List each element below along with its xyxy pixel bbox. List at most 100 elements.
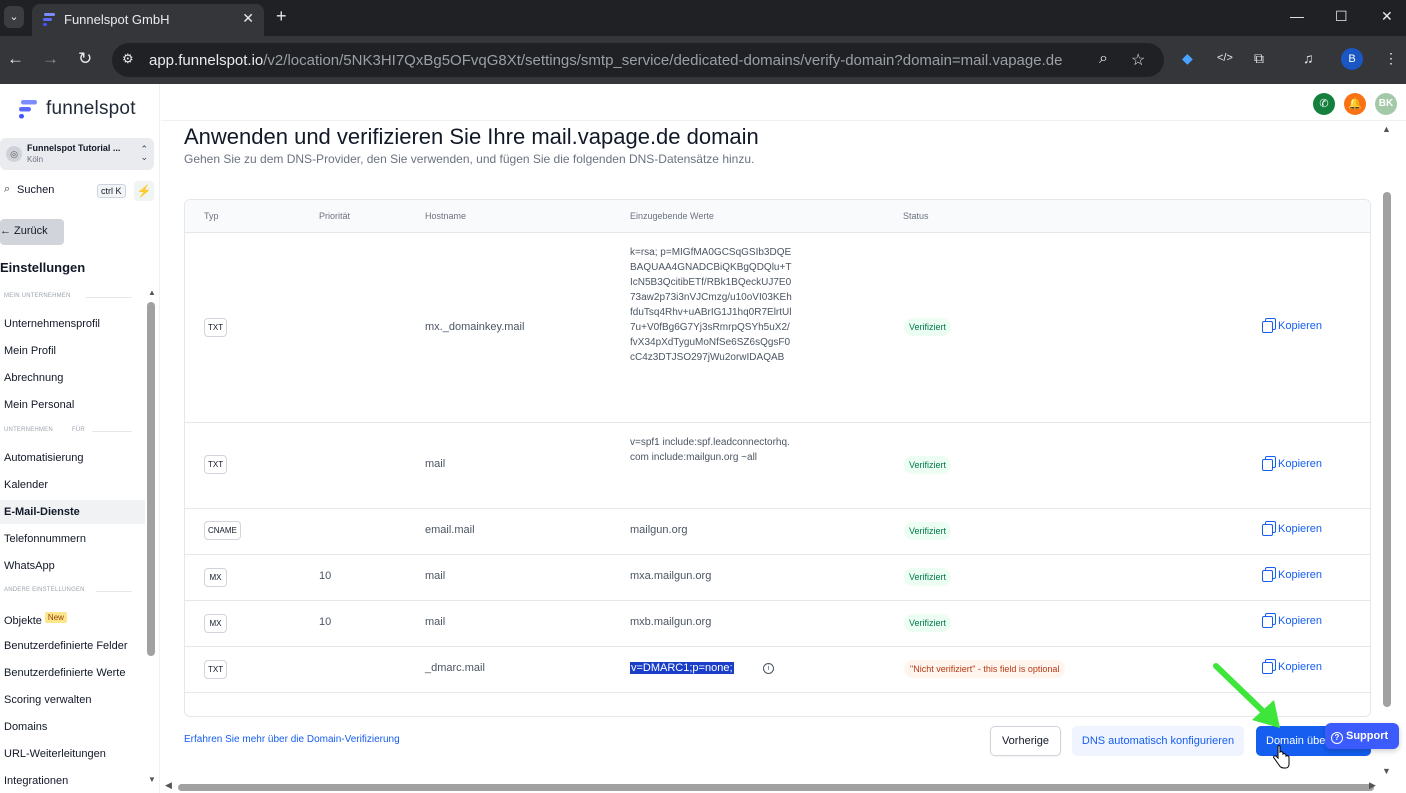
record-value[interactable]: v=DMARC1;p=none;	[630, 662, 734, 674]
user-avatar[interactable]: BK	[1375, 93, 1397, 115]
zoom-icon[interactable]: ⌕	[1099, 50, 1108, 68]
record-type-badge: MX	[204, 568, 227, 587]
sidebar-item-my-staff[interactable]: Mein Personal	[0, 393, 145, 417]
profile-avatar[interactable]: B	[1341, 48, 1363, 70]
sidebar-item-integrations[interactable]: Integrationen	[0, 769, 145, 793]
hscroll-left-icon[interactable]: ◀	[165, 780, 172, 791]
minimize-icon[interactable]: —	[1290, 8, 1304, 24]
record-value[interactable]: mxb.mailgun.org	[630, 616, 711, 628]
forward-arrow-icon[interactable]: →	[42, 49, 59, 69]
status-badge: Verifiziert	[904, 318, 952, 336]
record-hostname[interactable]: _dmarc.mail	[425, 662, 485, 674]
sidebar-item-whatsapp[interactable]: WhatsApp	[0, 554, 145, 578]
address-bar[interactable]: ⚙ app.funnelspot.io/v2/location/5NK3HI7Q…	[112, 43, 1164, 77]
page-description: Gehen Sie zu dem DNS-Provider, den Sie v…	[184, 152, 755, 166]
copy-button[interactable]: Kopieren	[1262, 567, 1322, 582]
media-control-icon[interactable]: ♫	[1303, 50, 1314, 66]
sidebar-scroll-down-icon[interactable]: ▼	[148, 775, 156, 784]
sidebar-item-phone-numbers[interactable]: Telefonnummern	[0, 527, 145, 551]
copy-button[interactable]: Kopieren	[1262, 318, 1322, 333]
logo-text: funnelspot	[46, 98, 136, 119]
location-city: Köln	[27, 155, 44, 164]
horizontal-scrollbar[interactable]	[178, 784, 1374, 791]
learn-more-link[interactable]: Erfahren Sie mehr über die Domain-Verifi…	[184, 734, 400, 745]
browser-tab-bar: ⌄ Funnelspot GmbH ✕ + — ☐ ✕	[0, 0, 1406, 36]
bookmark-star-icon[interactable]: ☆	[1131, 50, 1145, 70]
copy-icon	[1262, 456, 1276, 471]
quick-actions-bolt-icon[interactable]: ⚡	[134, 181, 154, 201]
phone-icon[interactable]: ✆	[1313, 93, 1335, 115]
record-value[interactable]: mxa.mailgun.org	[630, 570, 711, 582]
new-badge: New	[44, 612, 67, 623]
sidebar-item-billing[interactable]: Abrechnung	[0, 366, 145, 390]
extensions-puzzle-icon[interactable]: ⧉	[1254, 50, 1264, 67]
sidebar-item-my-profile[interactable]: Mein Profil	[0, 339, 145, 363]
record-hostname[interactable]: mail	[425, 570, 445, 582]
reload-icon[interactable]: ↻	[78, 49, 92, 69]
info-icon[interactable]: i	[763, 663, 774, 674]
main-scroll-down-icon[interactable]: ▼	[1382, 766, 1391, 776]
browser-toolbar: ← → ↻ ⚙ app.funnelspot.io/v2/location/5N…	[0, 36, 1406, 84]
url-text[interactable]: app.funnelspot.io/v2/location/5NK3HI7QxB…	[149, 52, 1062, 69]
sidebar-scrollbar[interactable]	[147, 302, 155, 656]
record-value[interactable]: k=rsa; p=MIGfMA0GCSqGSIb3DQEBAQUAA4GNADC…	[630, 245, 792, 365]
group-divider	[96, 591, 132, 592]
settings-sidebar: funnelspot ◎ Funnelspot Tutorial ... Köl…	[0, 84, 160, 793]
search-shortcut: ctrl K	[97, 184, 126, 198]
page-title: Anwenden und verifizieren Sie Ihre mail.…	[184, 124, 759, 149]
table-row: MX 10 mail mxa.mailgun.org Verifiziert K…	[185, 555, 1370, 601]
site-settings-icon[interactable]: ⚙	[122, 51, 134, 67]
tab-close-icon[interactable]: ✕	[242, 10, 254, 27]
sidebar-search[interactable]: ⌕ Suchen ctrl K	[0, 181, 130, 201]
sidebar-scroll-up-icon[interactable]: ▲	[148, 288, 156, 297]
main-scrollbar[interactable]	[1383, 192, 1391, 707]
browser-menu-icon[interactable]: ⋮	[1384, 50, 1398, 67]
hscroll-right-icon[interactable]: ▶	[1369, 780, 1376, 791]
copy-button[interactable]: Kopieren	[1262, 456, 1322, 471]
back-button[interactable]: ← Zurück	[0, 219, 64, 245]
table-row: TXT _dmarc.mail v=DMARC1;p=none; i "Nich…	[185, 647, 1370, 693]
record-hostname[interactable]: mail	[425, 616, 445, 628]
record-hostname[interactable]: mx._domainkey.mail	[425, 321, 524, 333]
record-hostname[interactable]: email.mail	[425, 524, 475, 536]
sidebar-item-url-redirects[interactable]: URL-Weiterleitungen	[0, 742, 145, 766]
extension-diamond-icon[interactable]: ◆	[1182, 50, 1193, 67]
extension-code-icon[interactable]: </>	[1217, 52, 1233, 64]
status-badge: "Nicht verifiziert" - this field is opti…	[904, 660, 1066, 678]
funnelspot-logo-icon	[19, 100, 37, 119]
sidebar-item-automation[interactable]: Automatisierung	[0, 446, 145, 470]
record-hostname[interactable]: mail	[425, 458, 445, 470]
status-badge: Verifiziert	[904, 456, 952, 474]
support-button[interactable]: ? Support	[1325, 723, 1399, 749]
sidebar-item-domains[interactable]: Domains	[0, 715, 145, 739]
main-scroll-up-icon[interactable]: ▲	[1382, 124, 1391, 134]
copy-button[interactable]: Kopieren	[1262, 521, 1322, 536]
sidebar-item-custom-values[interactable]: Benutzerdefinierte Werte	[0, 661, 145, 685]
location-switcher[interactable]: ◎ Funnelspot Tutorial ... Köln ⌃ ⌄	[0, 138, 154, 170]
window-close-icon[interactable]: ✕	[1381, 8, 1393, 25]
hand-cursor-icon	[1273, 745, 1290, 769]
sidebar-item-scoring[interactable]: Scoring verwalten	[0, 688, 145, 712]
maximize-icon[interactable]: ☐	[1335, 8, 1348, 25]
location-name: Funnelspot Tutorial ...	[27, 143, 121, 153]
sidebar-item-email-services[interactable]: E-Mail-Dienste	[0, 500, 145, 524]
group-label-for: FÜR	[72, 427, 85, 433]
new-tab-icon[interactable]: +	[276, 6, 287, 27]
browser-tab[interactable]: Funnelspot GmbH ✕	[32, 4, 264, 36]
tab-title: Funnelspot GmbH	[64, 12, 170, 27]
record-type-badge: TXT	[204, 318, 228, 337]
record-value[interactable]: mailgun.org	[630, 524, 687, 536]
sidebar-item-custom-fields[interactable]: Benutzerdefinierte Felder	[0, 634, 145, 658]
record-value[interactable]: v=spf1 include:spf.leadconnectorhq.com i…	[630, 435, 790, 465]
previous-button[interactable]: Vorherige	[990, 726, 1061, 756]
sidebar-item-calendar[interactable]: Kalender	[0, 473, 145, 497]
status-badge: Verifiziert	[904, 614, 952, 632]
sidebar-item-objects[interactable]: Objekte New	[0, 606, 145, 630]
record-type-badge: TXT	[204, 660, 228, 679]
back-arrow-icon[interactable]: ←	[7, 49, 24, 69]
notification-bell-icon[interactable]: 🔔	[1344, 93, 1366, 115]
copy-button[interactable]: Kopieren	[1262, 613, 1322, 628]
sidebar-item-company-profile[interactable]: Unternehmensprofil	[0, 312, 145, 336]
tab-search-chevron-icon[interactable]: ⌄	[4, 6, 24, 28]
appbar-divider	[161, 120, 1406, 121]
